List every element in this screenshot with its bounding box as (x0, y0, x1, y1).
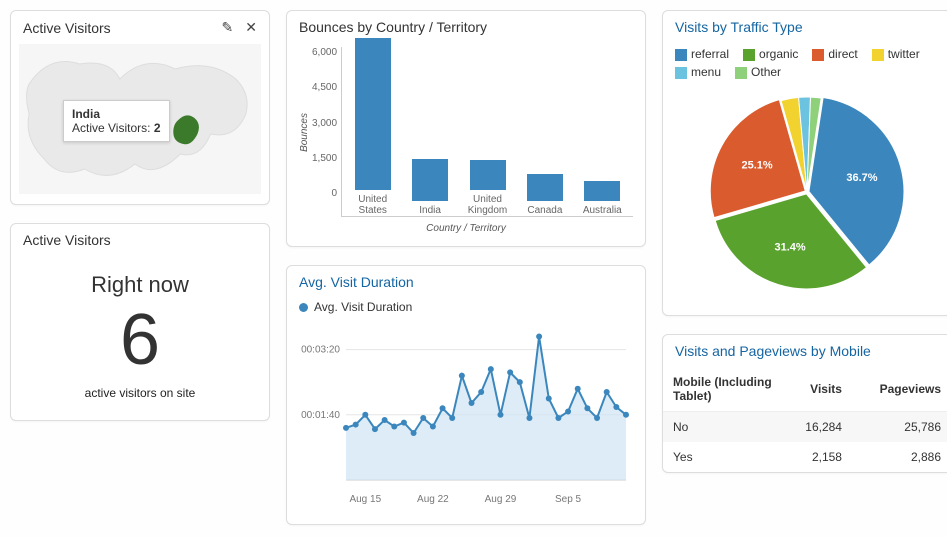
legend-swatch-icon (675, 49, 687, 61)
bar[interactable] (584, 181, 620, 201)
table-row: Yes 2,158 2,886 (663, 442, 947, 472)
card-title[interactable]: Visits and Pageviews by Mobile (675, 343, 871, 359)
col-visits: Visits (783, 367, 852, 412)
pie-legend: referral organic direct twitter menu Other (663, 43, 947, 87)
legend-swatch-icon (735, 67, 747, 79)
bar[interactable] (527, 174, 563, 202)
bar-label: United States (348, 194, 397, 216)
mobile-card: Visits and Pageviews by Mobile Mobile (I… (662, 334, 947, 473)
svg-text:25.1%: 25.1% (742, 159, 773, 171)
cell: 2,886 (852, 442, 947, 472)
legend-dot-icon (299, 303, 308, 312)
cell: 2,158 (783, 442, 852, 472)
x-axis-label: Country / Territory (299, 223, 633, 234)
legend-swatch-icon (743, 49, 755, 61)
edit-icon[interactable]: ✎ (222, 19, 234, 36)
table-row: No 16,284 25,786 (663, 412, 947, 443)
legend-swatch-icon (812, 49, 824, 61)
svg-text:00:03:20: 00:03:20 (301, 345, 340, 356)
legend-item[interactable]: Other (735, 65, 781, 79)
bounces-card: Bounces by Country / Territory Bounces 6… (286, 10, 646, 247)
duration-chart: 00:01:40 00:03:20 Aug 15 Aug 22 Aug 29 Sep 5 (287, 320, 645, 524)
card-title: Active Visitors (23, 20, 111, 36)
card-title[interactable]: Avg. Visit Duration (299, 274, 414, 290)
legend-item[interactable]: menu (675, 65, 721, 79)
svg-text:Aug 15: Aug 15 (349, 494, 381, 505)
right-now-value: 6 (21, 304, 259, 376)
svg-text:36.7%: 36.7% (846, 172, 877, 184)
legend-item[interactable]: direct (812, 47, 857, 61)
legend-swatch-icon (675, 67, 687, 79)
world-map[interactable]: India Active Visitors: 2 (19, 44, 261, 194)
svg-text:Aug 29: Aug 29 (485, 494, 517, 505)
bar[interactable] (470, 160, 506, 190)
bar-label: India (419, 205, 441, 216)
bar-label: United Kingdom (463, 194, 512, 216)
legend-item[interactable]: referral (675, 47, 729, 61)
traffic-card: Visits by Traffic Type referral organic di… (662, 10, 947, 316)
card-title: Bounces by Country / Territory (299, 19, 487, 35)
legend-swatch-icon (872, 49, 884, 61)
bar-label: Australia (583, 205, 622, 216)
tooltip-value: 2 (154, 121, 161, 135)
legend-label: Avg. Visit Duration (314, 300, 412, 314)
bounces-chart: Bounces 6,0004,5003,0001,5000 United Sta… (287, 43, 645, 246)
tooltip-label: Active Visitors: (72, 121, 150, 135)
close-icon[interactable]: ✕ (245, 19, 257, 36)
svg-text:Sep 5: Sep 5 (555, 494, 582, 505)
active-visitors-map-card: Active Visitors ✎ ✕ India Active Visitor… (10, 10, 270, 205)
bar[interactable] (412, 159, 448, 202)
right-now-sub: active visitors on site (21, 386, 259, 400)
duration-card: Avg. Visit Duration Avg. Visit Duration … (286, 265, 646, 525)
bar[interactable] (355, 38, 391, 191)
mobile-table: Mobile (Including Tablet) Visits Pagevie… (663, 367, 947, 472)
legend-item[interactable]: twitter (872, 47, 920, 61)
cell: No (663, 412, 783, 443)
tooltip-country: India (72, 107, 100, 121)
cell: 25,786 (852, 412, 947, 443)
svg-text:Aug 22: Aug 22 (417, 494, 449, 505)
cell: Yes (663, 442, 783, 472)
right-now-heading: Right now (21, 272, 259, 298)
pie-chart: 36.7% 31.4% 25.1% (663, 87, 947, 315)
cell: 16,284 (783, 412, 852, 443)
svg-text:31.4%: 31.4% (775, 241, 806, 253)
col-mobile: Mobile (Including Tablet) (663, 367, 783, 412)
bar-label: Canada (527, 205, 562, 216)
active-visitors-now-card: Active Visitors Right now 6 active visit… (10, 223, 270, 421)
y-axis-label: Bounces (299, 113, 310, 152)
duration-legend: Avg. Visit Duration (287, 298, 645, 320)
col-pageviews: Pageviews (852, 367, 947, 412)
svg-text:00:01:40: 00:01:40 (301, 410, 340, 421)
card-title: Active Visitors (23, 232, 111, 248)
map-tooltip: India Active Visitors: 2 (63, 100, 170, 142)
legend-item[interactable]: organic (743, 47, 798, 61)
card-title[interactable]: Visits by Traffic Type (675, 19, 803, 35)
